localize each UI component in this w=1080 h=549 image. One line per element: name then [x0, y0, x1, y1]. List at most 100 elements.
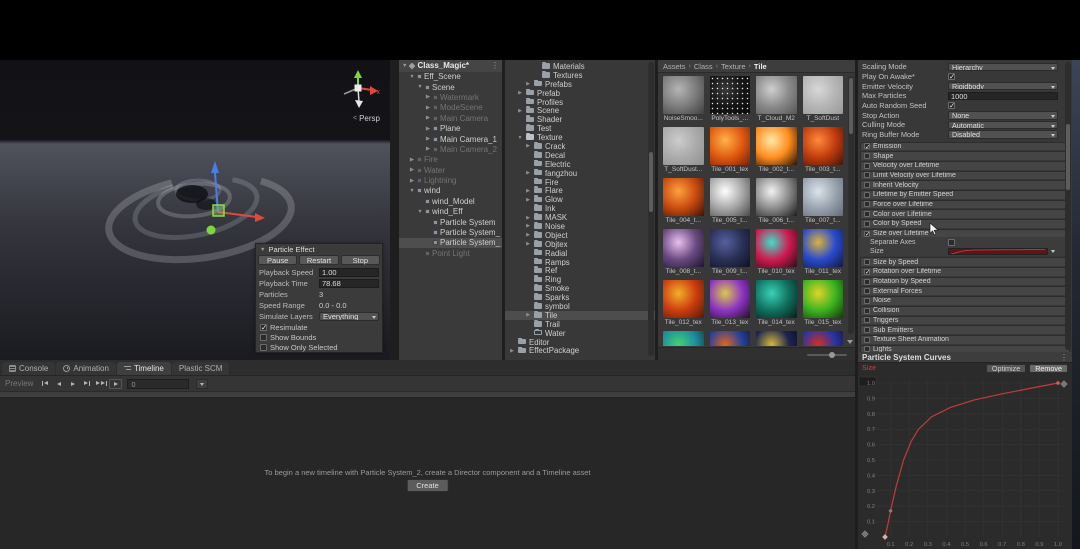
asset-tile[interactable]: T_Cloud_M2: [756, 76, 797, 123]
expand-arrow-icon[interactable]: ▶: [525, 143, 531, 149]
folder-row[interactable]: Profiles: [505, 98, 655, 107]
asset-thumbnail[interactable]: [803, 280, 844, 318]
asset-tile[interactable]: Tile_005_t...: [710, 178, 751, 225]
expand-arrow-icon[interactable]: ▶: [525, 215, 531, 221]
bottom-panel-tab[interactable]: Plastic SCM: [172, 362, 230, 376]
particle-module-bar[interactable]: Force over Lifetime: [860, 200, 1070, 209]
asset-thumbnail[interactable]: [756, 76, 797, 114]
particle-playback-button[interactable]: Stop: [341, 255, 380, 265]
folder-row[interactable]: ▶ Object: [505, 231, 655, 240]
folder-row[interactable]: Radial: [505, 249, 655, 258]
module-checkbox[interactable]: [864, 269, 870, 275]
separate-axes-checkbox[interactable]: [948, 239, 955, 246]
hierarchy-item[interactable]: Particle System_: [399, 238, 502, 248]
hierarchy-item[interactable]: Particle System_: [399, 227, 502, 237]
particle-module-bar[interactable]: Rotation by Speed: [860, 277, 1070, 286]
folder-row[interactable]: Ramps: [505, 258, 655, 267]
module-checkbox[interactable]: [864, 279, 870, 285]
hierarchy-item[interactable]: ▼ Eff_Scene: [399, 72, 502, 82]
perspective-toggle[interactable]: < Persp: [353, 114, 380, 123]
particle-module-bar[interactable]: Size over Lifetime: [860, 229, 1070, 238]
toggle-row[interactable]: Resimulate: [256, 322, 382, 332]
folder-row[interactable]: ▼ Texture: [505, 133, 655, 142]
module-checkbox[interactable]: [864, 201, 870, 207]
module-checkbox[interactable]: [864, 182, 870, 188]
expand-arrow-icon[interactable]: ▶: [525, 197, 531, 203]
particle-module-bar[interactable]: Velocity over Lifetime: [860, 161, 1070, 170]
hierarchy-item[interactable]: ▼ wind: [399, 186, 502, 196]
hierarchy-item[interactable]: ▶ Watermark: [399, 92, 502, 102]
expand-arrow-icon[interactable]: ▶: [525, 312, 531, 318]
hierarchy-item[interactable]: wind_Model: [399, 196, 502, 206]
remove-button[interactable]: Remove: [1029, 364, 1068, 373]
folder-row[interactable]: Ref: [505, 266, 655, 275]
folder-row[interactable]: ▶ Prefabs: [505, 80, 655, 89]
particle-module-bar[interactable]: Rotation over Lifetime: [860, 267, 1070, 276]
value-input[interactable]: 1.00: [319, 268, 379, 277]
module-checkbox[interactable]: [864, 317, 870, 323]
asset-tile[interactable]: Tile_003_t...: [803, 127, 844, 174]
asset-grid-scrollbar[interactable]: [848, 76, 854, 334]
asset-tile[interactable]: Tile_004_t...: [663, 178, 704, 225]
expand-arrow-icon[interactable]: ▶: [425, 136, 431, 142]
module-checkbox[interactable]: [864, 211, 870, 217]
transport-button[interactable]: [95, 379, 107, 389]
value-input[interactable]: 78.68: [319, 279, 379, 288]
particle-module-bar[interactable]: Size by Speed: [860, 257, 1070, 266]
property-dropdown[interactable]: Automatic: [948, 121, 1058, 130]
hierarchy-item[interactable]: Point Light: [399, 248, 502, 258]
checkbox[interactable]: [260, 344, 267, 351]
module-checkbox[interactable]: [864, 231, 870, 237]
frame-counter-field[interactable]: 0: [127, 379, 189, 389]
asset-thumbnail[interactable]: [663, 229, 704, 267]
asset-tile[interactable]: [756, 331, 797, 346]
asset-thumbnail[interactable]: [710, 331, 751, 346]
toggle-row[interactable]: Show Bounds: [256, 332, 382, 342]
expand-arrow-icon[interactable]: ▶: [409, 167, 415, 173]
curve-legend[interactable]: Size: [862, 365, 876, 372]
folder-row[interactable]: Decal: [505, 151, 655, 160]
folder-row[interactable]: Smoke: [505, 284, 655, 293]
property-input[interactable]: 1000: [948, 92, 1058, 101]
timeline-options-dropdown[interactable]: [196, 379, 208, 389]
particle-module-bar[interactable]: Texture Sheet Animation: [860, 335, 1070, 344]
optimize-button[interactable]: Optimize: [986, 364, 1026, 373]
size-curve-field[interactable]: [948, 248, 1048, 256]
asset-tile[interactable]: Tile_008_t...: [663, 229, 704, 276]
curve-plot-svg[interactable]: 0.10.20.30.40.50.60.70.80.91.01.00.90.80…: [858, 374, 1072, 549]
hierarchy-item[interactable]: ▶ Main Camera: [399, 113, 502, 123]
bottom-panel-tab[interactable]: Console: [2, 362, 55, 376]
module-checkbox[interactable]: [864, 143, 870, 149]
expand-arrow-icon[interactable]: ▶: [425, 115, 431, 121]
inspector-scrollbar[interactable]: [1065, 62, 1071, 350]
particle-module-bar[interactable]: Noise: [860, 296, 1070, 305]
folder-row[interactable]: Trail: [505, 320, 655, 329]
scroll-down-icon[interactable]: [847, 340, 853, 344]
folder-row[interactable]: Ring: [505, 275, 655, 284]
particle-module-bar[interactable]: Color by Speed: [860, 219, 1070, 228]
checkbox[interactable]: [260, 334, 267, 341]
property-checkbox[interactable]: [948, 102, 955, 109]
context-menu-icon[interactable]: ⋮: [1060, 353, 1068, 362]
value-dropdown[interactable]: Everything: [319, 312, 379, 321]
asset-tile[interactable]: [803, 331, 844, 346]
asset-thumbnail[interactable]: [710, 229, 751, 267]
property-dropdown[interactable]: Rigidbody: [948, 82, 1058, 91]
asset-thumbnail[interactable]: [710, 76, 751, 114]
transport-button[interactable]: [67, 379, 79, 389]
particle-module-bar[interactable]: Lifetime by Emitter Speed: [860, 190, 1070, 199]
module-checkbox[interactable]: [864, 337, 870, 343]
slider-knob[interactable]: [829, 352, 835, 358]
folder-row[interactable]: ▶ Crack: [505, 142, 655, 151]
particle-module-bar[interactable]: Lights: [860, 345, 1070, 352]
asset-thumbnail[interactable]: [803, 178, 844, 216]
asset-thumbnail[interactable]: [803, 331, 844, 346]
folder-row[interactable]: Water: [505, 329, 655, 338]
folder-row[interactable]: symbol: [505, 302, 655, 311]
expand-arrow-icon[interactable]: ▶: [525, 81, 531, 87]
hierarchy-item[interactable]: Particle System: [399, 217, 502, 227]
expand-arrow-icon[interactable]: ▼: [517, 135, 523, 141]
asset-tile[interactable]: PolyTools_...: [710, 76, 751, 123]
particle-effect-title[interactable]: ▼ Particle Effect: [256, 244, 382, 255]
hierarchy-item[interactable]: ▶ Lightning: [399, 175, 502, 185]
